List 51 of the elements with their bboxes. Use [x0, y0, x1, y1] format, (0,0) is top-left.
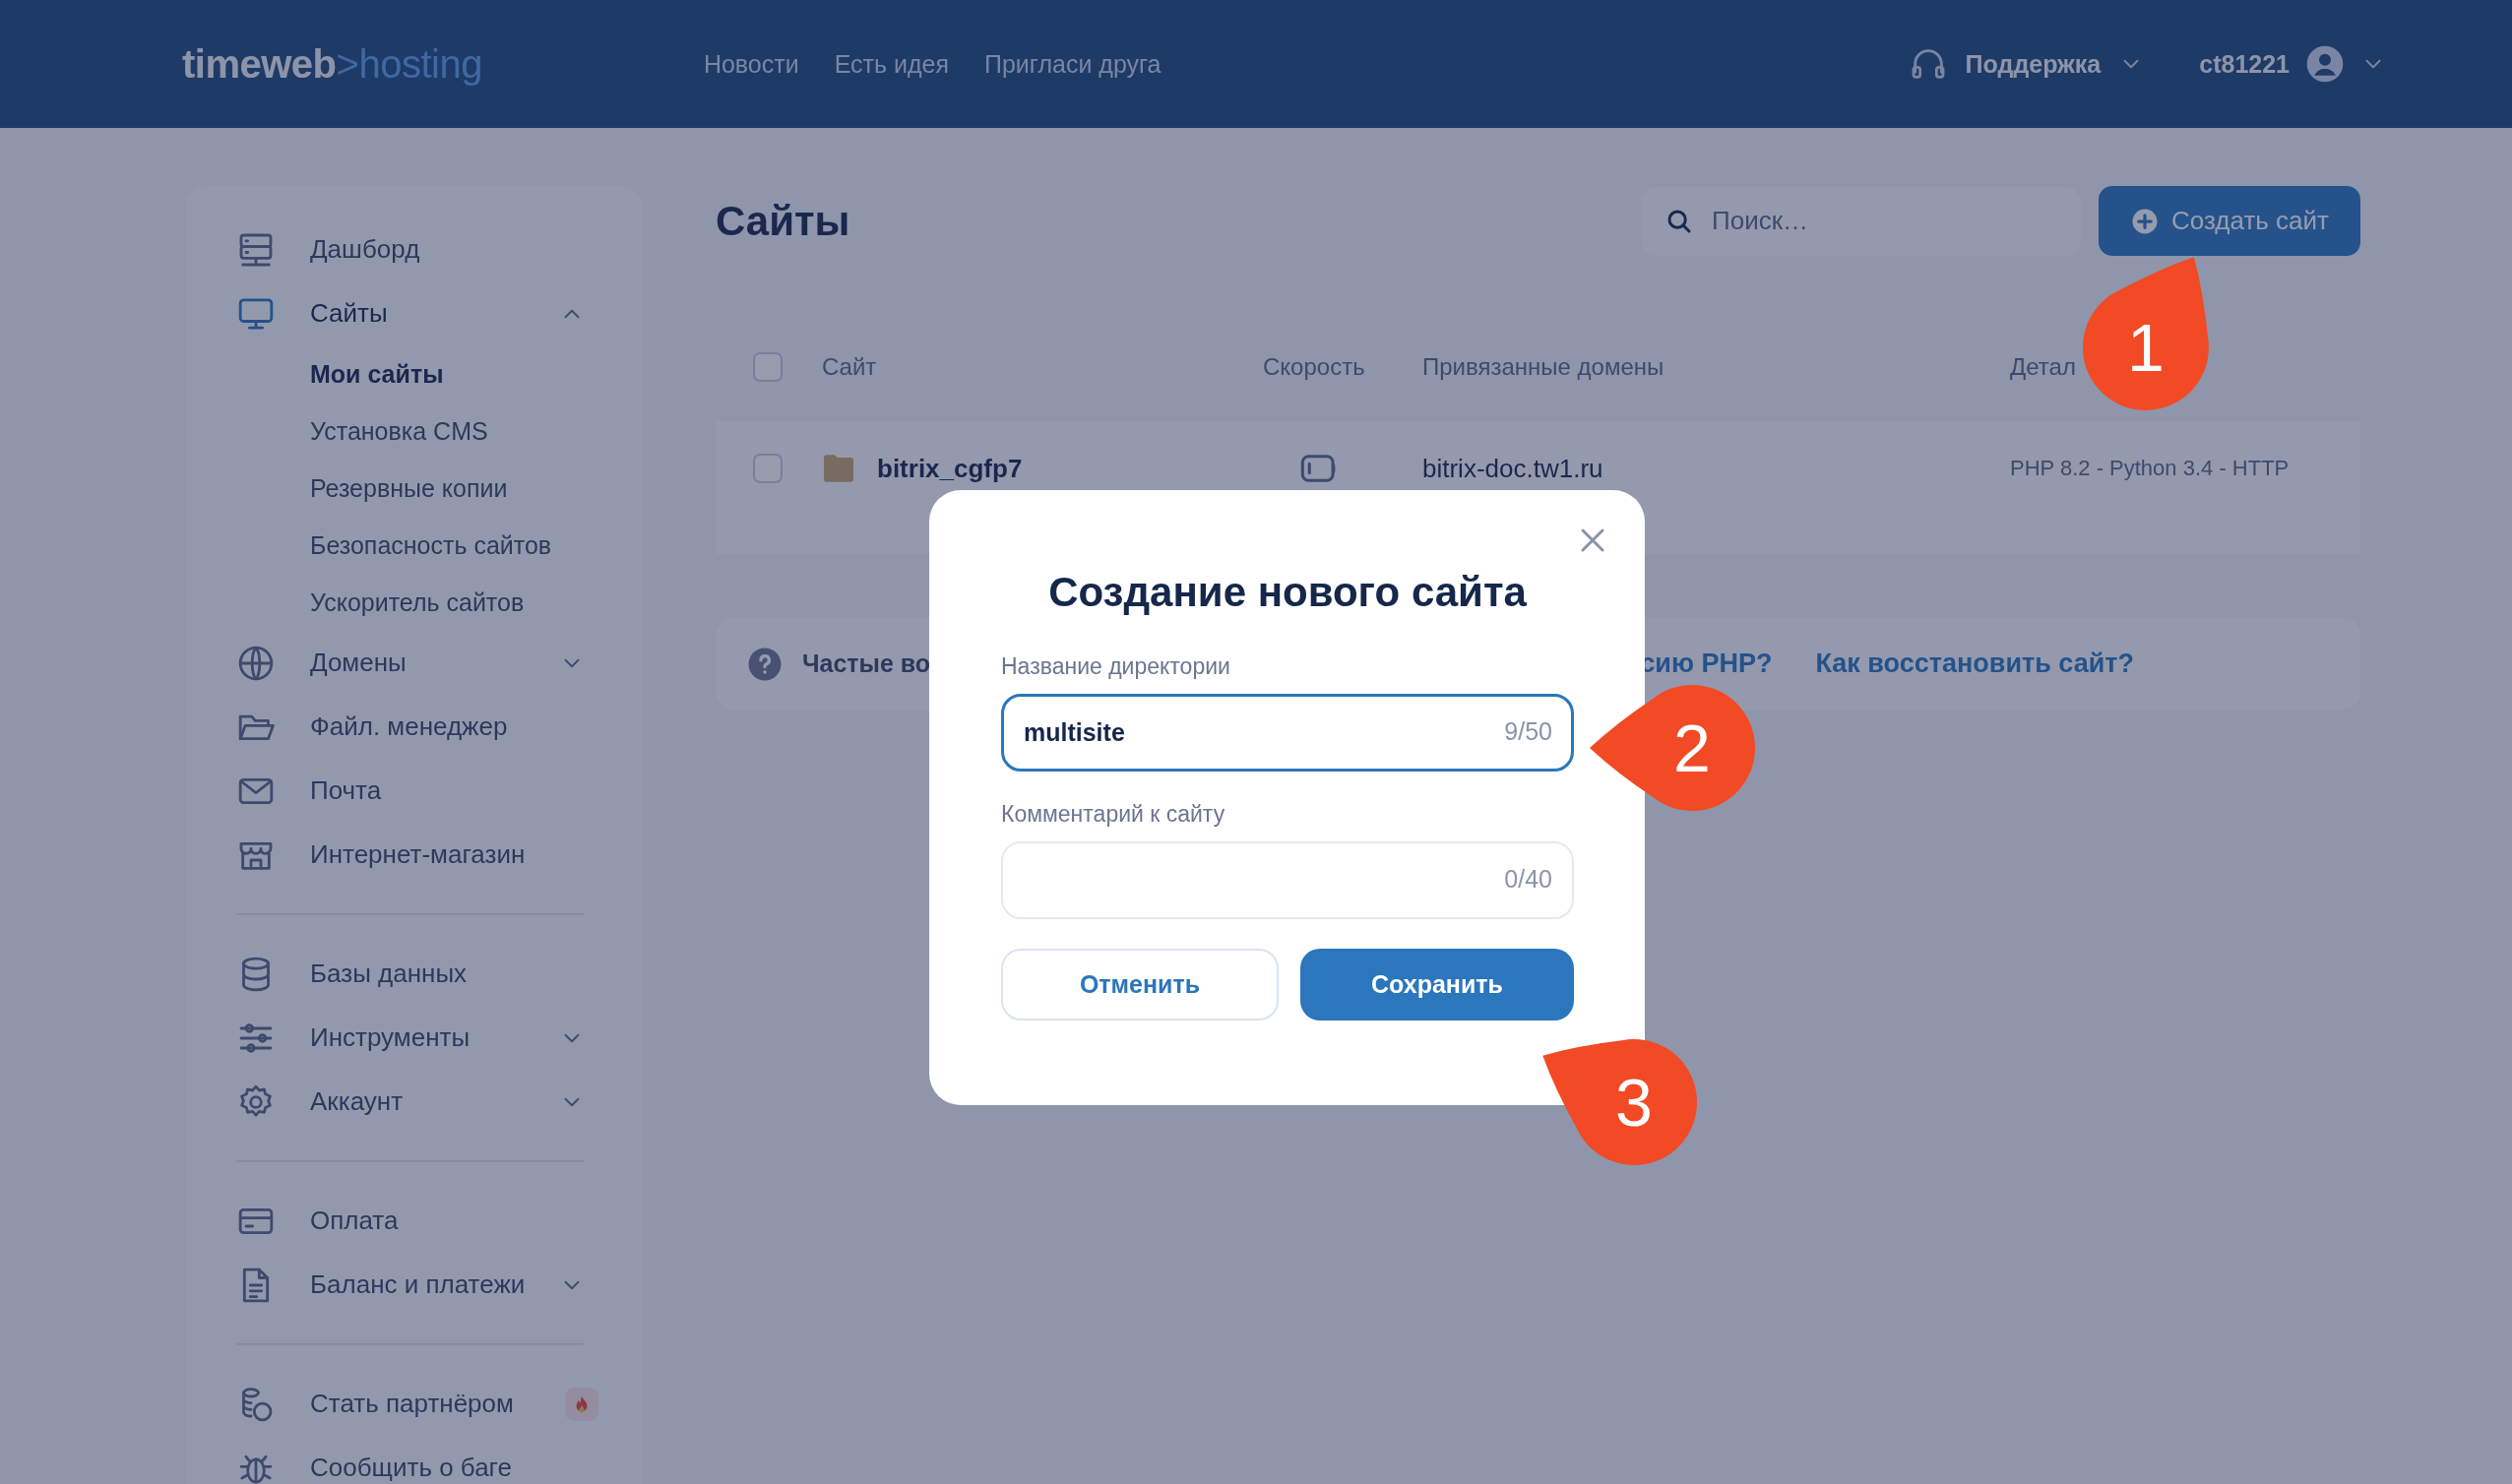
sidebar-subitem[interactable]: Установка CMS — [236, 402, 598, 460]
column-header: Детал — [2010, 352, 2076, 382]
sidebar-item[interactable]: Почта — [236, 759, 598, 823]
sidebar-item[interactable]: Сайты — [236, 281, 598, 345]
sidebar-subitem[interactable]: Безопасность сайтов — [236, 517, 598, 574]
sidebar-item[interactable]: Дашборд — [236, 217, 598, 281]
sidebar-item[interactable]: Аккаунт — [236, 1070, 598, 1134]
checkbox[interactable] — [753, 454, 783, 483]
char-counter: 9/50 — [1504, 717, 1552, 746]
char-counter: 0/40 — [1504, 865, 1552, 894]
site-name[interactable]: bitrix_cgfp7 — [877, 453, 1023, 484]
sidebar-item[interactable]: Стать партнёром — [236, 1372, 598, 1436]
sidebar-item[interactable]: Баланс и платежи — [236, 1253, 598, 1317]
cancel-button[interactable]: Отменить — [1001, 949, 1279, 1020]
logo-arrow: > — [336, 41, 359, 87]
dialog-title: Создание нового сайта — [1047, 569, 1528, 616]
checkbox[interactable] — [753, 352, 783, 382]
input-field[interactable] — [1001, 841, 1574, 919]
support-menu[interactable]: Поддержка — [1908, 44, 2145, 84]
column-header: Сайт — [822, 352, 877, 382]
sidebar-subitem[interactable]: Ускоритель сайтов — [236, 574, 598, 631]
faq-link[interactable]: Как восстановить сайт? — [1815, 649, 2134, 679]
nav-link[interactable]: Новости — [703, 49, 799, 79]
field-label: Комментарий к сайту — [1001, 801, 1226, 828]
sidebar-item[interactable]: Базы данных — [236, 942, 598, 1006]
account-menu[interactable]: ct81221 — [2199, 44, 2386, 84]
sidebar-subitem[interactable]: Мои сайты — [236, 345, 598, 402]
sidebar-item[interactable]: Файл. менеджер — [236, 695, 598, 759]
column-header: Привязанные домены — [1422, 352, 1664, 382]
sidebar-item[interactable]: Домены — [236, 631, 598, 695]
help-icon — [747, 646, 783, 682]
sidebar-item[interactable]: Оплата — [236, 1189, 598, 1253]
save-button[interactable]: Сохранить — [1300, 949, 1574, 1020]
sidebar-item[interactable]: Инструменты — [236, 1006, 598, 1070]
search-field[interactable]: Поиск… — [1641, 186, 2081, 256]
column-header: Скорость — [1263, 352, 1365, 382]
sidebar-subitem[interactable]: Резервные копии — [236, 460, 598, 517]
logo-text: timeweb — [182, 41, 337, 87]
sidebar-item[interactable]: Интернет-магазин — [236, 823, 598, 887]
avatar-icon — [2305, 44, 2345, 84]
faq-label: Частые во — [802, 649, 931, 678]
create-site-button[interactable]: Создать сайт — [2099, 186, 2360, 256]
folder-icon — [822, 454, 855, 483]
site-details: PHP 8.2 - Python 3.4 - HTTP — [2010, 455, 2291, 482]
domain-link[interactable]: bitrix-doc.tw1.ru — [1422, 451, 2010, 486]
page-title: Сайты — [716, 197, 850, 245]
field-label: Название директории — [1001, 653, 1231, 680]
nav-link[interactable]: Пригласи друга — [984, 49, 1162, 79]
nav-link[interactable]: Есть идея — [834, 49, 949, 79]
sidebar-item[interactable]: Сообщить о баге — [236, 1436, 598, 1484]
logo-subtitle: hosting — [358, 41, 482, 87]
